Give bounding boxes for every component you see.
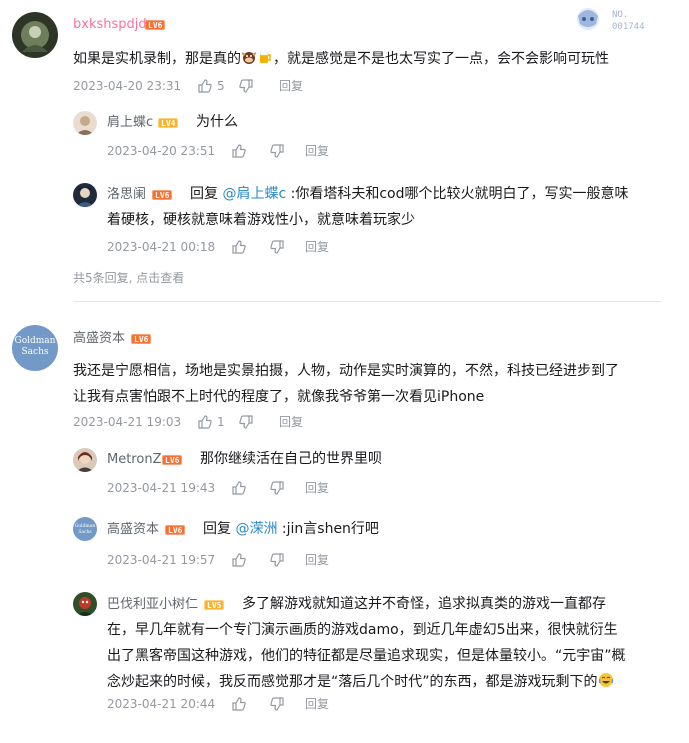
like-icon[interactable] bbox=[232, 697, 246, 711]
reply-meta: 2023-04-21 20:44 回复 bbox=[107, 695, 367, 713]
reply-button[interactable]: 回复 bbox=[305, 142, 329, 160]
like-icon[interactable] bbox=[232, 240, 246, 254]
badge-line1: NO. bbox=[612, 10, 628, 20]
like-icon[interactable] bbox=[232, 553, 246, 567]
reply-meta: 2023-04-21 19:57 回复 bbox=[107, 551, 367, 569]
level-badge: LV4 bbox=[158, 118, 179, 128]
reply-text-line2: 着硬核，硬核就意味着游戏性小，就意味着玩家少 bbox=[107, 212, 415, 228]
divider bbox=[73, 301, 661, 302]
username[interactable]: 巴伐利亚小树仁 bbox=[107, 597, 198, 613]
like-icon[interactable] bbox=[232, 481, 246, 495]
laugh-cry-emoji bbox=[598, 673, 613, 687]
reply-text: 多了解游戏就知道这并不奇怪，追求拟真类的游戏一直都存 bbox=[242, 596, 606, 612]
svg-text:Goldman: Goldman bbox=[15, 336, 56, 346]
like-icon[interactable] bbox=[198, 79, 212, 93]
level-badge: LV6 bbox=[162, 455, 183, 465]
reply-text-line4: 念炒起来的时候，我反而感觉那才是“落后几个时代”的东西，都是游戏玩剩下的 bbox=[107, 669, 677, 695]
comment-text-line2: 让我有点害怕跟不上时代的程度了，就像我爷爷第一次看见iPhone bbox=[73, 389, 485, 405]
timestamp: 2023-04-21 19:57 bbox=[107, 553, 216, 567]
reply-meta: 2023-04-21 19:43 回复 bbox=[107, 479, 367, 497]
username[interactable]: MetronZ bbox=[107, 452, 161, 468]
like-count: 5 bbox=[217, 79, 225, 93]
reply-text: 回复 @溁洲 :jin言shen行吧 bbox=[203, 521, 379, 537]
dislike-icon[interactable] bbox=[239, 415, 253, 429]
reply-button[interactable]: 回复 bbox=[279, 413, 303, 431]
view-more-replies[interactable]: 共5条回复, 点击查看 bbox=[73, 270, 184, 286]
reply-button[interactable]: 回复 bbox=[305, 238, 329, 256]
avatar[interactable] bbox=[12, 12, 58, 58]
dislike-icon[interactable] bbox=[239, 79, 253, 93]
avatar[interactable] bbox=[73, 592, 97, 616]
timestamp: 2023-04-20 23:51 bbox=[107, 144, 216, 158]
avatar[interactable]: Goldman Sachs bbox=[12, 325, 58, 371]
reply-button[interactable]: 回复 bbox=[305, 479, 329, 497]
dislike-icon[interactable] bbox=[270, 240, 284, 254]
svg-text:Sachs: Sachs bbox=[22, 347, 49, 357]
username[interactable]: 洛思阑 bbox=[107, 187, 146, 203]
dislike-icon[interactable] bbox=[270, 697, 284, 711]
reply-button[interactable]: 回复 bbox=[305, 551, 329, 569]
level-badge: LV6 bbox=[152, 190, 173, 200]
level-badge: LV5 bbox=[204, 600, 225, 610]
timestamp: 2023-04-20 23:31 bbox=[73, 79, 182, 93]
reply-meta: 2023-04-20 23:51 回复 bbox=[107, 142, 367, 160]
beer-emoji bbox=[259, 51, 271, 63]
reply-text: 回复 @肩上蝶c :你看塔科夫和cod哪个比较火就明白了，写实一般意味 bbox=[190, 186, 629, 202]
mention-link[interactable]: @肩上蝶c bbox=[222, 186, 286, 202]
like-icon[interactable] bbox=[232, 144, 246, 158]
level-badge: LV6 bbox=[131, 334, 152, 344]
svg-text:Sachs: Sachs bbox=[78, 529, 92, 535]
reply-meta: 2023-04-21 00:18 回复 bbox=[107, 238, 367, 256]
username[interactable]: 高盛资本 bbox=[73, 331, 125, 347]
dislike-icon[interactable] bbox=[270, 144, 284, 158]
avatar[interactable] bbox=[73, 183, 97, 207]
reply-text: 为什么 bbox=[196, 114, 238, 130]
comment-meta: 2023-04-21 19:03 1 回复 bbox=[73, 413, 373, 431]
cow-emoji bbox=[241, 52, 257, 64]
avatar[interactable]: Goldman Sachs bbox=[73, 517, 97, 541]
fan-badge: NO. 001744 bbox=[574, 4, 658, 34]
reply-button[interactable]: 回复 bbox=[305, 695, 329, 713]
username[interactable]: bxkshspdjd bbox=[73, 17, 147, 33]
comment-text: 我还是宁愿相信，场地是实景拍摄，人物，动作是实时演算的，不然，科技已经进步到了 bbox=[73, 363, 619, 379]
username[interactable]: 高盛资本 bbox=[107, 522, 159, 538]
comment-meta: 2023-04-20 23:31 5 回复 bbox=[73, 77, 373, 95]
dislike-icon[interactable] bbox=[270, 481, 284, 495]
svg-text:Goldman: Goldman bbox=[75, 523, 96, 529]
like-count: 1 bbox=[217, 415, 225, 429]
badge-line2: 001744 bbox=[612, 22, 645, 32]
level-badge: LV6 bbox=[165, 525, 186, 535]
reply-text: 那你继续活在自己的世界里呗 bbox=[200, 451, 382, 467]
username[interactable]: 肩上蝶c bbox=[107, 115, 153, 131]
timestamp: 2023-04-21 19:03 bbox=[73, 415, 182, 429]
comment-text: 如果是实机录制，那是真的 ，就是感觉是不是也太写实了一点，会不会影响可玩性 bbox=[73, 51, 609, 67]
reply-button[interactable]: 回复 bbox=[279, 77, 303, 95]
level-badge: LV6 bbox=[145, 20, 166, 30]
reply-text-line2: 在，早几年就有一个专门演示画质的游戏damo，到近几年虚幻5出来，很快就衍生 bbox=[107, 622, 618, 638]
like-icon[interactable] bbox=[198, 415, 212, 429]
character-icon bbox=[577, 8, 599, 30]
reply-text-line3: 出了黑客帝国这种游戏，他们的特征都是尽量追求现实，但是体量较小。“元宇宙”概 bbox=[107, 648, 626, 664]
timestamp: 2023-04-21 00:18 bbox=[107, 240, 216, 254]
avatar[interactable] bbox=[73, 111, 97, 135]
avatar[interactable] bbox=[73, 448, 97, 472]
timestamp: 2023-04-21 20:44 bbox=[107, 697, 216, 711]
timestamp: 2023-04-21 19:43 bbox=[107, 481, 216, 495]
dislike-icon[interactable] bbox=[270, 553, 284, 567]
mention-link[interactable]: @溁洲 bbox=[235, 521, 277, 537]
